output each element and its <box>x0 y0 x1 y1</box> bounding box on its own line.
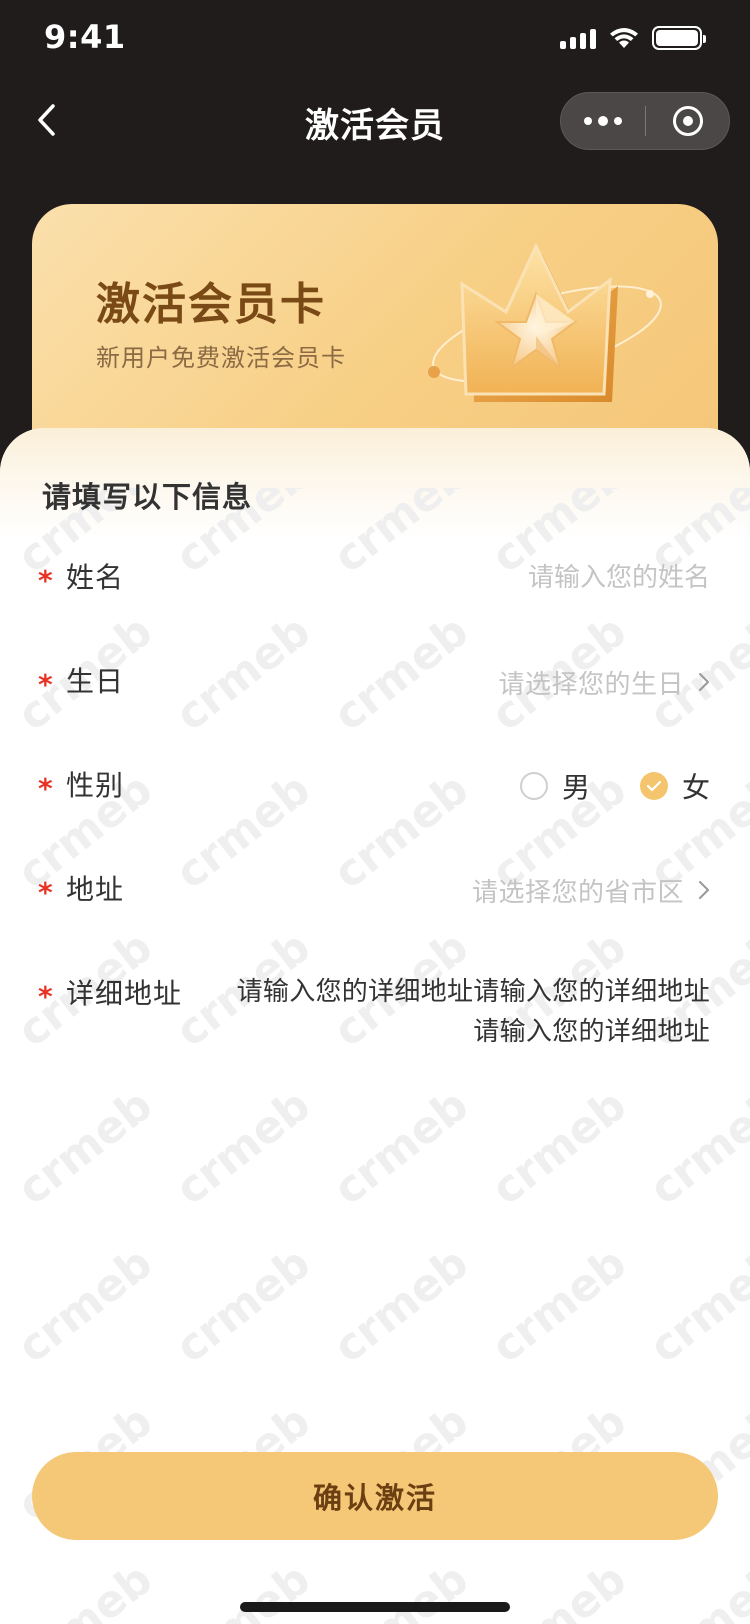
chevron-right-icon <box>698 672 710 692</box>
gender-radio-group: 男 女 <box>519 764 710 808</box>
gender-option-female[interactable]: 女 <box>639 766 710 806</box>
birthday-label: 生日 <box>66 665 125 698</box>
confirm-activate-button[interactable]: 确认激活 <box>32 1452 718 1540</box>
gender-label: 性别 <box>66 769 125 802</box>
wifi-icon <box>610 28 638 48</box>
status-time: 9:41 <box>44 18 126 56</box>
gender-option-male[interactable]: 男 <box>519 766 590 806</box>
detail-address-input[interactable]: 请输入您的详细地址请输入您的详细地址请输入您的详细地址 <box>230 972 710 1052</box>
cellular-signal-icon <box>560 27 596 49</box>
screen: 9:41 激活会员 激活会员卡 新用户免费激活会员卡 请填写以下信息 * 姓名 … <box>0 0 750 1624</box>
home-indicator <box>240 1602 510 1612</box>
detail-address-label: 详细地址 <box>66 977 183 1010</box>
region-picker[interactable]: 请选择您的省市区 <box>472 868 710 912</box>
birthday-picker[interactable]: 请选择您的生日 <box>498 660 710 704</box>
close-mini-program-button[interactable] <box>646 92 729 150</box>
name-row: * 姓名 <box>0 556 750 616</box>
radio-unchecked-icon <box>519 772 548 800</box>
birthday-row: * 生日 请选择您的生日 <box>0 660 750 720</box>
name-label: 姓名 <box>66 561 125 594</box>
target-icon <box>672 106 703 136</box>
status-icons <box>560 26 706 50</box>
required-mark: * <box>38 564 53 597</box>
mini-program-capsule <box>560 92 730 150</box>
nav-bar: 激活会员 <box>0 88 750 154</box>
gender-row: * 性别 男 女 <box>0 764 750 824</box>
required-mark: * <box>38 876 53 909</box>
form-heading: 请填写以下信息 <box>42 480 253 514</box>
gender-option-label: 男 <box>561 771 590 804</box>
name-input[interactable] <box>290 556 710 600</box>
more-menu-button[interactable] <box>561 92 645 150</box>
address-label: 地址 <box>66 873 125 906</box>
form-sheet: crmeb 请填写以下信息 * 姓名 * 生日 请选择您的生日 * <box>0 428 750 1624</box>
crown-star-icon <box>412 224 682 424</box>
required-mark: * <box>38 668 53 701</box>
required-mark: * <box>38 772 53 805</box>
status-bar: 9:41 <box>0 0 750 88</box>
chevron-right-icon <box>698 880 710 900</box>
battery-icon <box>652 26 706 50</box>
gender-option-label: 女 <box>681 771 710 804</box>
birthday-placeholder: 请选择您的生日 <box>498 669 684 700</box>
card-subtitle: 新用户免费激活会员卡 <box>96 344 346 372</box>
radio-checked-icon <box>639 772 668 800</box>
required-mark: * <box>38 980 53 1013</box>
address-placeholder: 请选择您的省市区 <box>471 877 684 908</box>
card-title: 激活会员卡 <box>96 279 326 330</box>
detail-address-row: * 详细地址 请输入您的详细地址请输入您的详细地址请输入您的详细地址 <box>0 972 750 1072</box>
address-row: * 地址 请选择您的省市区 <box>0 868 750 928</box>
